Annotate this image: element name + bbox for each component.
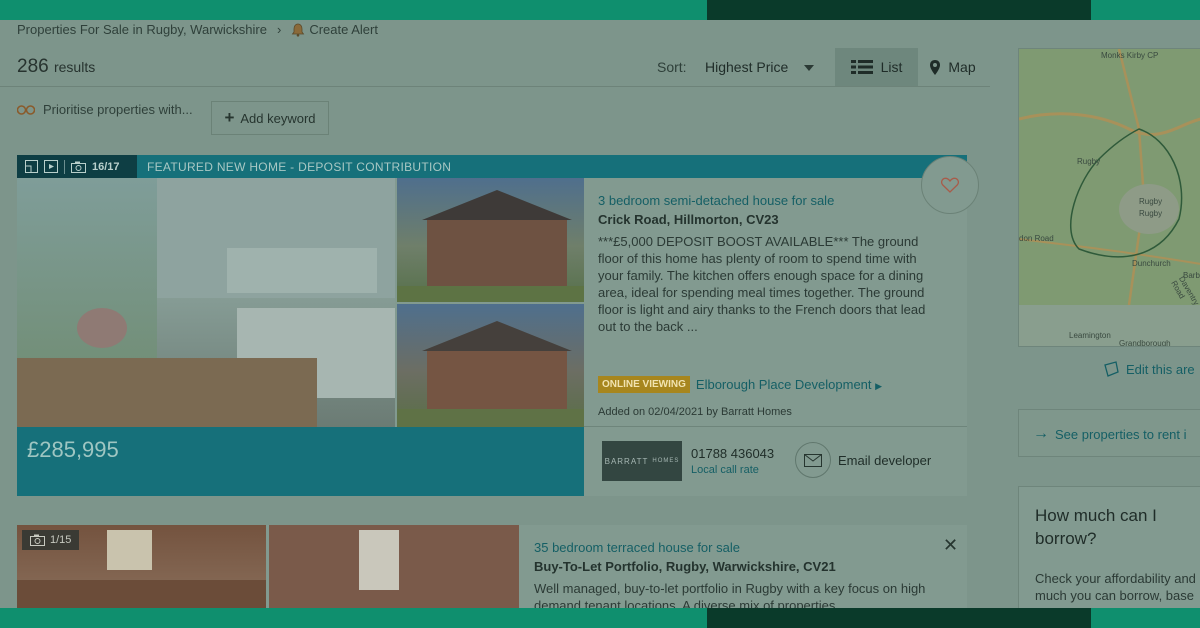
online-viewing-badge: ONLINE VIEWING xyxy=(598,376,690,393)
affordability-box: How much can I borrow? Check your afford… xyxy=(1018,486,1200,610)
add-keyword-label: Add keyword xyxy=(240,110,316,126)
plus-icon: + xyxy=(224,108,235,127)
camera-icon xyxy=(71,161,86,173)
featured-label: FEATURED NEW HOME - DEPOSIT CONTRIBUTION xyxy=(147,159,452,174)
rent-link-label: See properties to rent i xyxy=(1055,426,1187,442)
map-view-button[interactable]: Map xyxy=(918,48,988,86)
affordability-text-line: Check your affordability and xyxy=(1035,571,1196,586)
add-keyword-button[interactable]: + Add keyword xyxy=(211,101,329,135)
draw-area-icon xyxy=(1104,361,1119,377)
bottom-frame-dark-segment xyxy=(707,608,1091,628)
price-bar: £285,995 xyxy=(17,427,584,496)
property-type[interactable]: 3 bedroom semi-detached house for sale xyxy=(598,193,933,208)
top-frame-band xyxy=(0,0,1200,20)
list-icon xyxy=(850,60,873,74)
call-rate-label: Local call rate xyxy=(691,464,759,476)
sort-select[interactable]: Highest Price xyxy=(705,59,788,75)
property-card-featured[interactable]: 16/17 FEATURED NEW HOME - DEPOSIT CONTRI… xyxy=(17,155,967,496)
development-name: Elborough Place Development xyxy=(695,377,872,392)
agent-logo[interactable]: BARRATT HOMES xyxy=(602,441,682,481)
added-date: Added on 02/04/2021 by Barratt Homes xyxy=(598,406,792,418)
results-label: results xyxy=(53,59,96,75)
edit-area-link[interactable]: Edit this are xyxy=(1102,360,1195,378)
price: £285,995 xyxy=(27,437,119,462)
rent-link[interactable]: → See properties to rent i xyxy=(1033,425,1187,443)
chevron-down-icon[interactable] xyxy=(804,65,814,71)
divider xyxy=(584,426,967,427)
property-summary: ***£5,000 DEPOSIT BOOST AVAILABLE*** The… xyxy=(598,234,926,334)
top-frame-dark-segment xyxy=(707,0,1091,20)
breadcrumb: Properties For Sale in Rugby, Warwickshi… xyxy=(17,22,378,37)
bottom-frame-band xyxy=(0,608,1200,628)
email-developer-link[interactable]: Email developer xyxy=(838,453,931,468)
sidebar-map[interactable]: Monks Kirby CP Rugby Rugby Rugby Dunchur… xyxy=(1018,48,1200,347)
rent-link-box: → See properties to rent i xyxy=(1018,409,1200,457)
floorplan-icon[interactable] xyxy=(25,160,38,173)
create-alert-label: Create Alert xyxy=(309,22,378,37)
envelope-icon xyxy=(804,453,822,467)
photo-house-exterior-2[interactable] xyxy=(397,304,584,427)
map-image[interactable]: Monks Kirby CP Rugby Rugby Rugby Dunchur… xyxy=(1019,49,1200,346)
prioritise-icon xyxy=(17,104,35,115)
camera-icon xyxy=(30,534,45,546)
photo-house-exterior-1[interactable] xyxy=(397,178,584,302)
divider xyxy=(64,159,65,174)
chevron-right-icon: › xyxy=(276,22,282,37)
property-address: Buy-To-Let Portfolio, Rugby, Warwickshir… xyxy=(534,559,836,574)
caret-right-icon: ▶ xyxy=(875,381,883,391)
media-icons: 16/17 xyxy=(17,155,137,178)
results-toolbar: 286 results Sort: Highest Price List Map xyxy=(0,48,990,87)
map-roads xyxy=(1019,49,1200,306)
map-label: Monks Kirby CP xyxy=(1101,51,1159,60)
search-results-page: Properties For Sale in Rugby, Warwickshi… xyxy=(0,20,1200,610)
main-photo-kitchen[interactable] xyxy=(17,178,395,427)
list-view-label: List xyxy=(880,59,903,75)
close-icon[interactable]: ✕ xyxy=(943,535,958,556)
featured-banner: 16/17 FEATURED NEW HOME - DEPOSIT CONTRI… xyxy=(17,155,967,178)
photo-terrace-2[interactable] xyxy=(269,525,519,608)
list-view-button[interactable]: List xyxy=(835,48,918,86)
listing-description[interactable]: 35 bedroom terraced house for sale Buy-T… xyxy=(534,540,934,608)
agent-logo-text: BARRATT xyxy=(604,456,649,466)
map-pin-icon xyxy=(930,59,941,75)
map-label: don Road xyxy=(1019,234,1054,243)
photo-count: 1/15 xyxy=(50,534,72,546)
edit-area-label: Edit this are xyxy=(1126,361,1195,377)
sort-label: Sort: xyxy=(657,59,687,75)
save-favourite-button[interactable] xyxy=(921,156,979,214)
photo-count: 16/17 xyxy=(92,160,120,173)
video-icon[interactable] xyxy=(44,160,58,173)
results-count: 286 results xyxy=(17,56,95,78)
agent-logo-sub: HOMES xyxy=(652,458,680,464)
arrow-right-icon: → xyxy=(1033,425,1049,442)
map-label: Dunchurch xyxy=(1132,259,1171,268)
development-link[interactable]: Elborough Place Development ▶ xyxy=(696,377,882,392)
map-label: Rugby xyxy=(1139,197,1163,206)
affordability-title: How much can I borrow? xyxy=(1035,506,1157,548)
prioritise-label: Prioritise properties with... xyxy=(43,102,193,117)
online-viewing-row: ONLINE VIEWING Elborough Place Developme… xyxy=(598,376,882,393)
map-label: Leamington xyxy=(1069,331,1111,340)
map-label: Grandborough xyxy=(1119,339,1171,347)
property-type[interactable]: 35 bedroom terraced house for sale xyxy=(534,540,934,555)
map-label: Rugby xyxy=(1139,209,1163,218)
property-card-2[interactable]: 1/15 35 bedroom terraced house for sale … xyxy=(17,525,967,608)
map-label: Rugby xyxy=(1077,157,1101,166)
map-view-label: Map xyxy=(948,59,976,75)
heart-icon xyxy=(941,177,959,193)
prioritise-row: Prioritise properties with... xyxy=(17,102,193,117)
affordability-text: Check your affordability and much you ca… xyxy=(1035,570,1196,604)
listing-description[interactable]: 3 bedroom semi-detached house for sale C… xyxy=(598,193,933,335)
bell-icon xyxy=(292,23,305,37)
results-number: 286 xyxy=(17,56,49,77)
property-summary: Well managed, buy-to-let portfolio in Ru… xyxy=(534,581,926,608)
property-address: Crick Road, Hillmorton, CV23 xyxy=(598,212,779,227)
create-alert-link[interactable]: Create Alert xyxy=(291,22,378,37)
photo-count-badge: 1/15 xyxy=(22,530,80,550)
breadcrumb-location[interactable]: Properties For Sale in Rugby, Warwickshi… xyxy=(17,22,267,37)
phone-number[interactable]: 01788 436043 xyxy=(691,446,774,461)
affordability-text-line: much you can borrow, base xyxy=(1035,588,1194,603)
email-button[interactable] xyxy=(795,442,831,478)
